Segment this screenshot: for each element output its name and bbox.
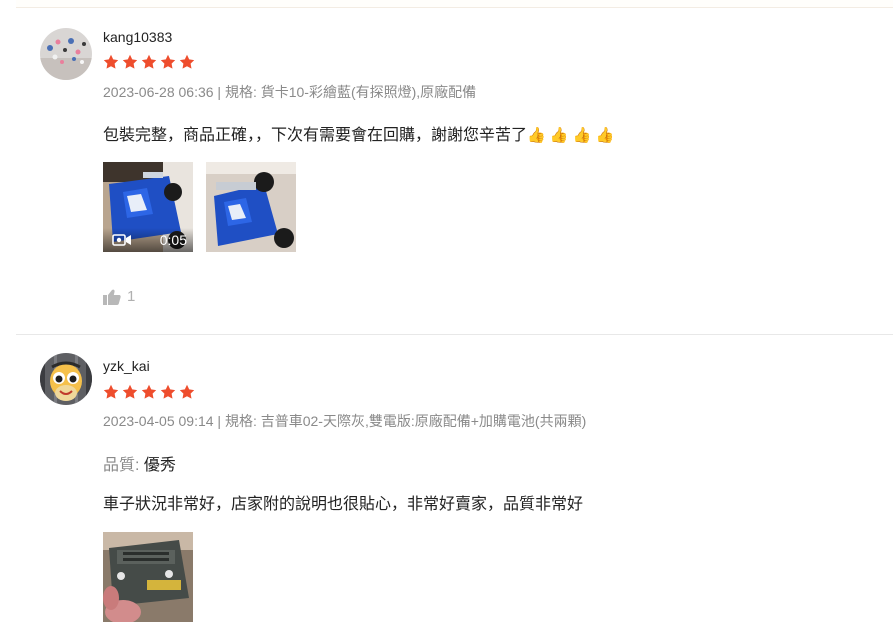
review-media: 0:05 [103, 162, 296, 252]
star-icon [141, 384, 157, 399]
star-icon [160, 384, 176, 399]
star-icon [179, 384, 195, 399]
avatar[interactable] [40, 28, 92, 80]
avatar[interactable] [40, 353, 92, 405]
rating-stars [103, 54, 195, 72]
review-media [103, 532, 193, 622]
video-badge: 0:05 [103, 228, 193, 252]
star-icon [141, 54, 157, 69]
star-icon [179, 54, 195, 69]
star-icon [122, 54, 138, 69]
review-quality: 品質: 優秀 [103, 451, 176, 475]
thumbs-up-icon [103, 289, 121, 305]
review-meta: 2023-04-05 09:14 | 規格: 吉普車02-天際灰,雙電版:原廠配… [103, 413, 587, 429]
thumbs-up-emoji: 👍 👍 👍 👍 [527, 127, 615, 144]
like-count: 1 [127, 288, 136, 305]
star-icon [122, 384, 138, 399]
review-comment: 車子狀況非常好，店家附的說明也很貼心，非常好賣家，品質非常好 [103, 496, 584, 513]
review-comment-text: 包裝完整，商品正確，，下次有需要會在回購，謝謝您辛苦了 [103, 127, 528, 144]
star-icon [103, 384, 119, 399]
review-video-thumbnail[interactable]: 0:05 [103, 162, 193, 252]
video-camera-icon [112, 234, 131, 246]
review-comment: 包裝完整，商品正確，，下次有需要會在回購，謝謝您辛苦了👍 👍 👍 👍 [103, 121, 614, 145]
like-button[interactable]: 1 [103, 288, 135, 305]
review-meta: 2023-06-28 06:36 | 規格: 貨卡10-彩繪藍(有探照燈),原廠… [103, 84, 477, 100]
review-image-thumbnail[interactable] [206, 162, 296, 252]
review-username[interactable]: yzk_kai [103, 358, 150, 374]
review-item: yzk_kai 2023-04-05 09:14 | 規格: 吉普車02-天際灰… [0, 335, 893, 630]
quality-label: 品質: [103, 457, 140, 474]
quality-value: 優秀 [143, 457, 176, 474]
review-username[interactable]: kang10383 [103, 29, 172, 45]
review-image-thumbnail[interactable] [103, 532, 193, 622]
review-item: kang10383 2023-06-28 06:36 | 規格: 貨卡10-彩繪… [0, 0, 893, 335]
rating-stars [103, 384, 195, 402]
star-icon [103, 54, 119, 69]
video-duration: 0:05 [159, 232, 187, 248]
star-icon [160, 54, 176, 69]
